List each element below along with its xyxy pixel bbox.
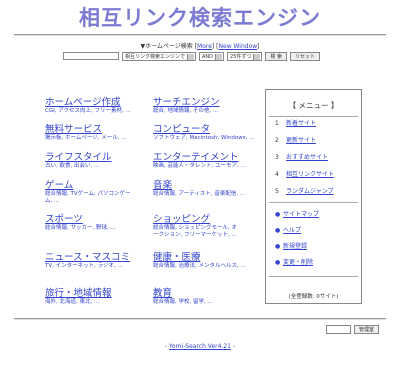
subcategory-links[interactable]: 総合, 地域情報, その他, ... bbox=[153, 108, 263, 115]
menu-item: 4 相互リンクサイト bbox=[275, 171, 334, 188]
top-divider bbox=[14, 34, 386, 36]
menu-item-number: 2 bbox=[275, 137, 279, 144]
subcategory-links[interactable]: 占い, 飲食, 出会い, ... bbox=[45, 163, 155, 170]
category-item: 教育 総合情報, 学校, 留学, ... bbox=[153, 288, 263, 306]
menu-item: ● 新規登録 bbox=[275, 243, 319, 259]
menu-link-recommended[interactable]: おすすめサイト bbox=[286, 154, 328, 161]
menu-item: 2 更新サイト bbox=[275, 137, 334, 154]
registration-count: (全登録数: 0サイト) bbox=[288, 294, 339, 300]
subcategory-links[interactable]: 総合情報, TVゲーム, パソコンゲーム, ... bbox=[45, 191, 133, 205]
menu-link-new-sites[interactable]: 新着サイト bbox=[286, 120, 316, 127]
category-item: コンピュータ ソフトウェア, Macintosh, Windows, ... bbox=[153, 124, 263, 142]
category-link[interactable]: 旅行・地域情報 bbox=[45, 288, 155, 299]
subcategory-links[interactable]: ソフトウェア, Macintosh, Windows, ... bbox=[153, 135, 263, 142]
footer-dash: - bbox=[164, 343, 168, 350]
per-page-select[interactable]: 25件ずつ bbox=[227, 51, 263, 61]
menu-box: 【 メニュー 】 1 新着サイト 2 更新サイト 3 おすすめサイト 4 相互リンクサイ… bbox=[265, 89, 362, 304]
category-item: ゲーム 総合情報, TVゲーム, パソコンゲーム, ... bbox=[45, 180, 155, 205]
category-link[interactable]: エンターテイメント bbox=[153, 152, 263, 163]
category-item: 音楽 総合情報, アーティスト, 音楽配信, ... bbox=[153, 180, 263, 198]
menu-item-number: 1 bbox=[275, 120, 279, 127]
search-form: 相互リンク検索エンジンで AND 25件ずつ 検 索 リセット bbox=[63, 51, 321, 61]
menu-link-updated-sites[interactable]: 更新サイト bbox=[286, 137, 316, 144]
menu-link-help[interactable]: ヘルプ bbox=[283, 227, 301, 234]
category-item: ショッピング 総合情報, ショッピングモール, オークション, フリーマーケット… bbox=[153, 214, 263, 239]
category-item: サーチエンジン 総合, 地域情報, その他, ... bbox=[153, 97, 263, 115]
menu-link-edit-delete[interactable]: 変更・削除 bbox=[283, 259, 313, 266]
category-link[interactable]: スポーツ bbox=[45, 214, 155, 225]
category-link[interactable]: サーチエンジン bbox=[153, 97, 263, 108]
menu-divider bbox=[269, 116, 358, 117]
category-item: 健康・医療 総合情報, 治療法, メンタルヘルス, ... bbox=[153, 252, 263, 270]
menu-item: 1 新着サイト bbox=[275, 120, 334, 137]
category-item: 無料サービス 掲示板, ホームページ, メール, ... bbox=[45, 124, 155, 142]
menu-divider bbox=[269, 276, 358, 277]
footer: - Yomi-Search Ver4.21 - bbox=[0, 343, 400, 350]
subcategory-links[interactable]: 掲示板, ホームページ, メール, ... bbox=[45, 135, 155, 142]
menu-item: ● サイトマップ bbox=[275, 211, 319, 227]
footer-dash: - bbox=[232, 343, 236, 350]
category-item: ホームページ作成 CGI, アクセス向上, フリー素材, ... bbox=[45, 97, 155, 115]
engine-select[interactable]: 相互リンク検索エンジンで bbox=[122, 51, 197, 61]
category-link[interactable]: 教育 bbox=[153, 288, 263, 299]
menu-item: ● 変更・削除 bbox=[275, 259, 319, 275]
category-link[interactable]: ホームページ作成 bbox=[45, 97, 155, 108]
admin-form: 管理室 bbox=[326, 325, 380, 334]
category-link[interactable]: ゲーム bbox=[45, 180, 155, 191]
menu-item: 3 おすすめサイト bbox=[275, 154, 334, 171]
reset-button[interactable]: リセット bbox=[290, 51, 321, 61]
search-label: ホームページ検索 bbox=[145, 43, 193, 50]
category-link[interactable]: ライフスタイル bbox=[45, 152, 155, 163]
andor-select[interactable]: AND bbox=[199, 51, 225, 61]
menu-numbered-list: 1 新着サイト 2 更新サイト 3 おすすめサイト 4 相互リンクサイト 5 ランダムジャ… bbox=[275, 120, 334, 205]
footer-link[interactable]: Yomi-Search Ver4.21 bbox=[169, 343, 231, 350]
subcategory-links[interactable]: 総合情報, サッカー, 野球, ... bbox=[45, 225, 155, 232]
menu-link-random-jump[interactable]: ランダムジャンプ bbox=[286, 188, 334, 195]
bullet-icon: ● bbox=[275, 211, 281, 218]
menu-item-number: 5 bbox=[275, 188, 279, 195]
page-title: 相互リンク検索エンジン bbox=[79, 6, 321, 30]
subcategory-links[interactable]: 総合情報, 学校, 留学, ... bbox=[153, 299, 263, 306]
category-item: 旅行・地域情報 海外, 北海道, 東北, ... bbox=[45, 288, 155, 306]
category-item: ニュース・マスコミ TV, インターネット, ラジオ, ... bbox=[45, 252, 155, 270]
search-header: ▼ホームページ検索 [More] [New Window] bbox=[140, 43, 260, 50]
bullet-icon: ● bbox=[275, 227, 281, 234]
category-link[interactable]: コンピュータ bbox=[153, 124, 263, 135]
bullet-icon: ● bbox=[275, 259, 281, 266]
menu-bulleted-list: ● サイトマップ ● ヘルプ ● 新規登録 ● 変更・削除 bbox=[275, 211, 319, 275]
menu-title: 【 メニュー 】 bbox=[288, 101, 339, 110]
category-item: ライフスタイル 占い, 飲食, 出会い, ... bbox=[45, 152, 155, 170]
search-button[interactable]: 検 索 bbox=[265, 51, 287, 61]
menu-item: ● ヘルプ bbox=[275, 227, 319, 243]
subcategory-links[interactable]: TV, インターネット, ラジオ, ... bbox=[45, 263, 155, 270]
admin-button[interactable]: 管理室 bbox=[354, 325, 380, 334]
menu-item-number: 4 bbox=[275, 171, 279, 178]
subcategory-links[interactable]: CGI, アクセス向上, フリー素材, ... bbox=[45, 108, 155, 115]
subcategory-links[interactable]: 総合情報, ショッピングモール, オークション, フリーマーケット, ... bbox=[153, 225, 241, 239]
subcategory-links[interactable]: 映画, 芸能人・タレント, ユーモア, ... bbox=[153, 163, 263, 170]
new-window-link[interactable]: New Window bbox=[219, 43, 258, 50]
more-link[interactable]: More bbox=[197, 43, 212, 50]
category-item: スポーツ 総合情報, サッカー, 野球, ... bbox=[45, 214, 155, 232]
subcategory-links[interactable]: 総合情報, 治療法, メンタルヘルス, ... bbox=[153, 263, 263, 270]
bottom-divider bbox=[14, 318, 386, 320]
menu-link-mutual-links[interactable]: 相互リンクサイト bbox=[286, 171, 334, 178]
menu-item-number: 3 bbox=[275, 154, 279, 161]
category-link[interactable]: 音楽 bbox=[153, 180, 263, 191]
category-link[interactable]: 健康・医療 bbox=[153, 252, 263, 263]
bullet-icon: ● bbox=[275, 243, 281, 250]
search-input[interactable] bbox=[63, 52, 119, 60]
subcategory-links[interactable]: 総合情報, アーティスト, 音楽配信, ... bbox=[153, 191, 263, 198]
category-link[interactable]: 無料サービス bbox=[45, 124, 155, 135]
subcategory-links[interactable]: 海外, 北海道, 東北, ... bbox=[45, 299, 155, 306]
menu-link-sitemap[interactable]: サイトマップ bbox=[283, 211, 319, 218]
admin-password-input[interactable] bbox=[326, 325, 351, 334]
menu-link-register[interactable]: 新規登録 bbox=[283, 243, 307, 250]
category-link[interactable]: ショッピング bbox=[153, 214, 263, 225]
category-item: エンターテイメント 映画, 芸能人・タレント, ユーモア, ... bbox=[153, 152, 263, 170]
category-link[interactable]: ニュース・マスコミ bbox=[45, 252, 155, 263]
menu-divider bbox=[269, 202, 358, 203]
